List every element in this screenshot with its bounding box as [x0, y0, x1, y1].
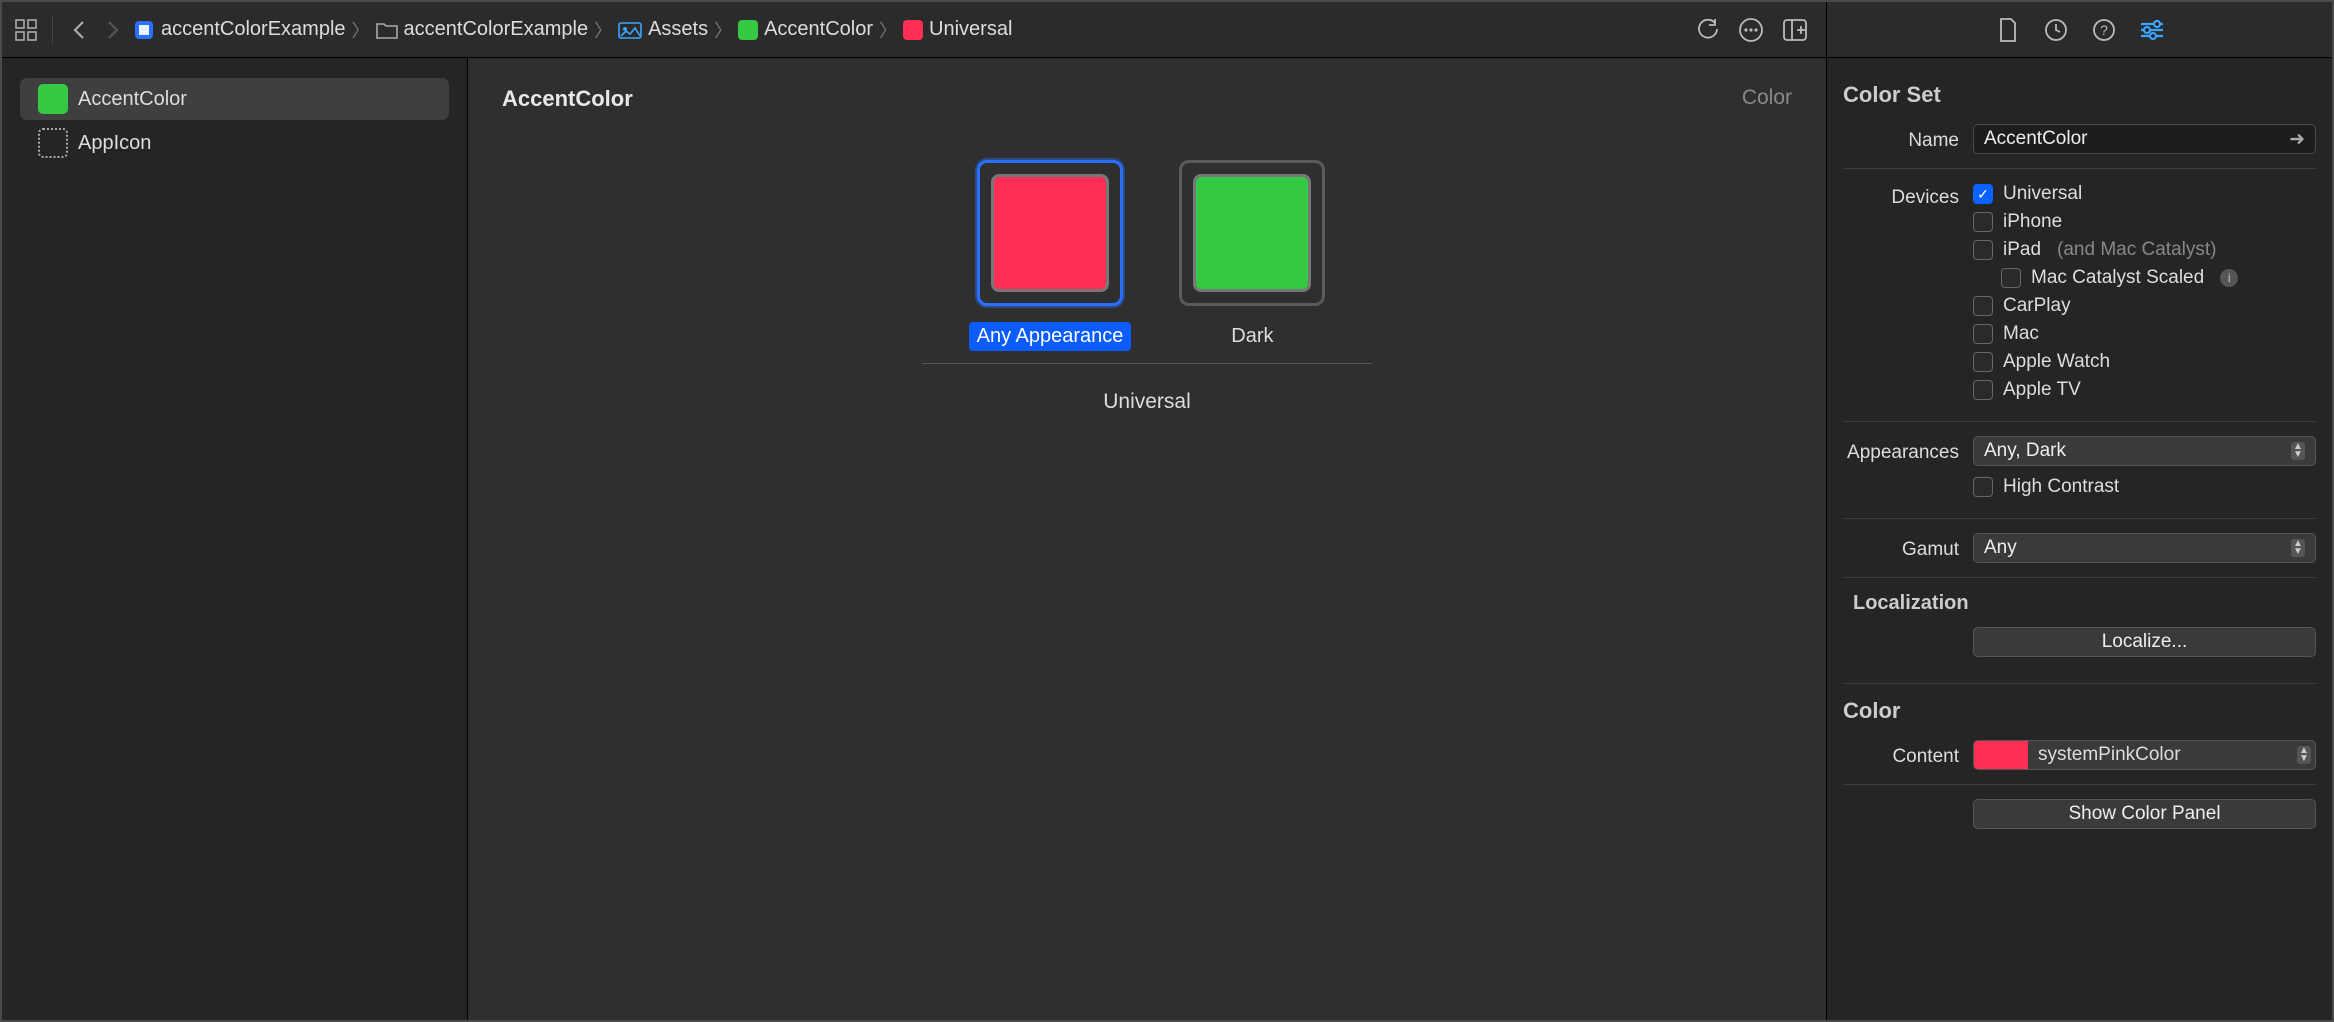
history-inspector-tab[interactable]: [2043, 17, 2069, 43]
back-button[interactable]: [65, 16, 93, 44]
color-swatch-icon: [38, 84, 68, 114]
assets-icon: [618, 20, 642, 40]
file-inspector-tab[interactable]: [1995, 17, 2021, 43]
chevron-right-icon: 〉: [877, 17, 899, 43]
crumb-assets-label: Assets: [648, 18, 708, 41]
color-swatch-icon: [1193, 174, 1311, 292]
color-swatch-icon: [738, 20, 758, 40]
name-field[interactable]: AccentColor ➜: [1973, 124, 2316, 154]
crumb-folder-label: accentColorExample: [404, 18, 589, 41]
asset-item-label: AppIcon: [78, 132, 151, 155]
checkbox-icon: [1973, 352, 1993, 372]
crumb-folder[interactable]: accentColorExample: [376, 18, 589, 41]
info-icon[interactable]: i: [2220, 269, 2238, 287]
name-label: Name: [1843, 126, 1959, 152]
device-iphone[interactable]: iPhone: [1973, 211, 2316, 233]
forward-button[interactable]: [99, 16, 127, 44]
canvas-title: AccentColor: [502, 86, 1792, 112]
inspector-panel: Color Set Name AccentColor ➜ Devices: [1826, 58, 2332, 1020]
select-arrows-icon: ▲▼: [2291, 539, 2305, 557]
asset-type-label: Color: [1742, 86, 1792, 110]
localization-label: Localization: [1853, 592, 2316, 615]
checkbox-icon: [1973, 380, 1993, 400]
color-well-dark[interactable]: [1179, 160, 1325, 306]
select-arrows-icon: ▲▼: [2291, 442, 2305, 460]
device-apple-tv[interactable]: Apple TV: [1973, 379, 2316, 401]
asset-item-accentcolor[interactable]: AccentColor: [20, 78, 449, 120]
asset-item-label: AccentColor: [78, 88, 187, 111]
color-well-any[interactable]: [977, 160, 1123, 306]
localize-button[interactable]: Localize...: [1973, 627, 2316, 657]
swatch-label-any: Any Appearance: [969, 322, 1132, 351]
color-swatch-icon: [903, 20, 923, 40]
breadcrumb: accentColorExample 〉 accentColorExample …: [133, 17, 1688, 43]
devices-label: Devices: [1843, 183, 1959, 209]
asset-navigator: AccentColor AppIcon: [2, 58, 468, 1020]
checkbox-icon: [1973, 477, 1993, 497]
checkbox-icon: [2001, 268, 2021, 288]
checkbox-icon: ✓: [1973, 184, 1993, 204]
navigator-grid-icon[interactable]: [12, 16, 40, 44]
device-mac-catalyst-scaled[interactable]: Mac Catalyst Scaled i: [1973, 267, 2316, 289]
appicon-placeholder-icon: [38, 128, 68, 158]
section-color: Color: [1843, 698, 2316, 724]
asset-canvas: AccentColor Color Any Appearance Dark Un: [468, 58, 1826, 1020]
content-label: Content: [1843, 742, 1959, 768]
device-universal[interactable]: ✓ Universal: [1973, 183, 2316, 205]
chevron-right-icon: 〉: [592, 17, 614, 43]
chevron-right-icon: 〉: [350, 17, 372, 43]
show-color-panel-button[interactable]: Show Color Panel: [1973, 799, 2316, 829]
gamut-select[interactable]: Any ▲▼: [1973, 533, 2316, 563]
color-swatch-icon: [991, 174, 1109, 292]
checkbox-icon: [1973, 324, 1993, 344]
add-panel-icon[interactable]: [1782, 17, 1808, 43]
help-inspector-tab[interactable]: ?: [2091, 17, 2117, 43]
attributes-inspector-tab[interactable]: [2139, 17, 2165, 43]
name-value: AccentColor: [1984, 128, 2088, 150]
svg-text:?: ?: [2100, 22, 2108, 38]
crumb-assets[interactable]: Assets: [618, 18, 708, 41]
folder-icon: [376, 21, 398, 39]
high-contrast-toggle[interactable]: High Contrast: [1973, 476, 2316, 498]
crumb-variant-label: Universal: [929, 18, 1012, 41]
checkbox-icon: [1973, 296, 1993, 316]
more-icon[interactable]: [1738, 17, 1764, 43]
project-icon: [133, 19, 155, 41]
color-chip-icon: [1974, 741, 2028, 769]
gamut-label: Gamut: [1843, 535, 1959, 561]
device-mac[interactable]: Mac: [1973, 323, 2316, 345]
appearances-select[interactable]: Any, Dark ▲▼: [1973, 436, 2316, 466]
group-label: Universal: [502, 390, 1792, 414]
checkbox-icon: [1973, 240, 1993, 260]
device-carplay[interactable]: CarPlay: [1973, 295, 2316, 317]
crumb-project[interactable]: accentColorExample: [133, 18, 346, 41]
appearances-label: Appearances: [1843, 438, 1959, 464]
device-apple-watch[interactable]: Apple Watch: [1973, 351, 2316, 373]
refresh-icon[interactable]: [1694, 17, 1720, 43]
section-color-set: Color Set: [1843, 82, 2316, 108]
checkbox-icon: [1973, 212, 1993, 232]
crumb-color[interactable]: AccentColor: [738, 18, 873, 41]
reveal-arrow-icon[interactable]: ➜: [2289, 128, 2305, 151]
content-select[interactable]: systemPinkColor ▲▼: [1973, 740, 2316, 770]
device-ipad[interactable]: iPad (and Mac Catalyst): [1973, 239, 2316, 261]
crumb-variant[interactable]: Universal: [903, 18, 1012, 41]
asset-item-appicon[interactable]: AppIcon: [20, 122, 449, 164]
crumb-color-label: AccentColor: [764, 18, 873, 41]
swatch-label-dark: Dark: [1223, 322, 1281, 351]
select-arrows-icon: ▲▼: [2297, 746, 2311, 764]
crumb-project-label: accentColorExample: [161, 18, 346, 41]
chevron-right-icon: 〉: [712, 17, 734, 43]
